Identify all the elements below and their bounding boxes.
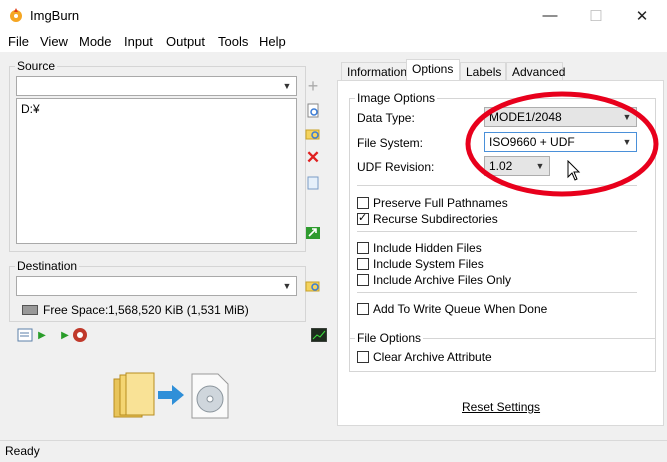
menu-bar: File View Mode Input Output Tools Help [0,31,667,52]
checkbox-box[interactable] [357,351,369,363]
stop-icon[interactable] [72,327,88,343]
chevron-down-icon: ▼ [282,281,292,291]
add-to-write-queue-checkbox[interactable]: Add To Write Queue When Done [357,302,547,316]
file-system-label: File System: [357,136,424,150]
maximize-button[interactable]: ☐ [573,0,619,31]
separator [357,292,637,293]
close-button[interactable]: ✕ [619,0,665,31]
image-options-label: Image Options [355,91,438,105]
window-title: ImgBurn [30,8,80,23]
include-system-files-checkbox[interactable]: Include System Files [357,257,484,271]
log-icon[interactable] [17,327,33,343]
menu-output[interactable]: Output [166,34,205,49]
source-file-list[interactable]: D:¥ [16,98,297,244]
menu-input[interactable]: Input [124,34,153,49]
browse-destination-icon[interactable] [305,278,321,294]
source-combo[interactable]: ▼ [16,76,297,96]
browse-file-icon[interactable] [305,103,321,119]
destination-label: Destination [15,259,80,273]
remove-icon[interactable]: ✕ [305,148,321,167]
add-icon[interactable]: + [305,76,321,96]
minimize-button[interactable]: — [527,0,573,31]
folder-icon [110,371,160,421]
data-type-label: Data Type: [357,111,415,125]
title-bar: ImgBurn — ☐ ✕ [0,0,667,31]
menu-tools[interactable]: Tools [218,34,248,49]
reset-settings-link[interactable]: Reset Settings [462,400,540,414]
separator [357,231,637,232]
file-options-label: File Options [355,331,424,345]
include-hidden-files-checkbox[interactable]: Include Hidden Files [357,241,482,255]
disc-image-icon [190,372,230,420]
checkbox-box[interactable] [357,258,369,270]
tab-labels[interactable]: Labels [460,62,506,80]
checkbox-box[interactable] [357,211,369,225]
app-icon [8,7,24,23]
tab-options[interactable]: Options [406,59,460,81]
udf-revision-label: UDF Revision: [357,160,435,174]
arrow-right-icon [156,383,186,407]
status-text: Ready [5,444,40,458]
destination-combo[interactable]: ▼ [16,276,297,296]
menu-file[interactable]: File [8,34,29,49]
tab-information[interactable]: Information [341,62,407,80]
checkbox-box[interactable] [357,197,369,209]
checkbox-box[interactable] [357,242,369,254]
menu-mode[interactable]: Mode [79,34,112,49]
annotation-ellipse [465,91,659,197]
chevron-down-icon: ▼ [282,81,292,91]
status-bar: Ready [0,440,667,462]
play-icon[interactable]: ▶ [34,327,50,343]
include-archive-files-only-checkbox[interactable]: Include Archive Files Only [357,273,511,287]
source-label: Source [15,59,58,73]
calculate-icon[interactable] [305,225,321,241]
browse-folder-icon[interactable] [305,126,321,142]
clear-archive-attribute-checkbox[interactable]: Clear Archive Attribute [357,350,492,364]
graph-icon[interactable] [311,327,327,343]
menu-view[interactable]: View [40,34,68,49]
list-item[interactable]: D:¥ [21,102,40,116]
free-space-value: 1,568,520 KiB (1,531 MiB) [108,303,249,317]
play-icon[interactable]: ▶ [57,327,73,343]
drive-icon [22,305,38,315]
tab-advanced[interactable]: Advanced [506,62,565,80]
menu-help[interactable]: Help [259,34,286,49]
checkbox-box[interactable] [357,303,369,315]
free-space-label: Free Space: [43,303,109,317]
checkbox-box[interactable] [357,274,369,286]
mouse-cursor-icon [567,160,581,181]
clear-list-icon[interactable] [305,175,321,191]
recurse-subdirectories-checkbox[interactable]: Recurse Subdirectories [357,211,498,226]
